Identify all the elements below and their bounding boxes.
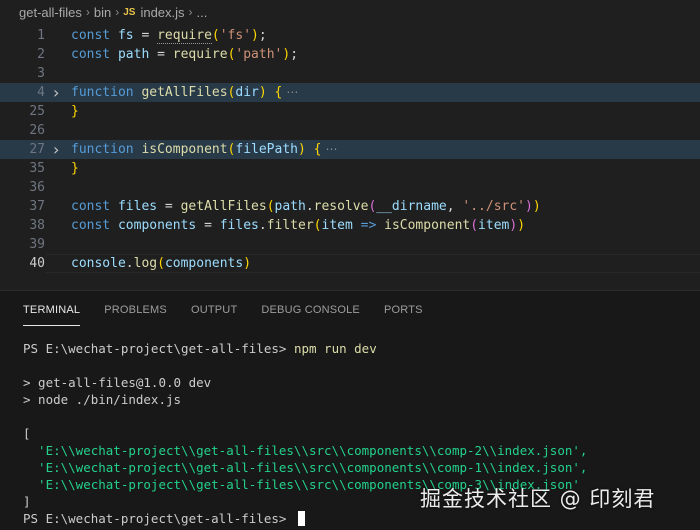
code-line[interactable]: 35} xyxy=(0,159,700,178)
terminal-result-line: 'E:\\wechat-project\\get-all-files\\src\… xyxy=(23,460,588,475)
code-line[interactable]: 38 const components = files.filter(item =… xyxy=(0,216,700,235)
line-number: 1 xyxy=(37,28,45,43)
line-number: 38 xyxy=(29,218,45,233)
line-number: 26 xyxy=(29,123,45,138)
javascript-file-icon: JS xyxy=(123,6,136,18)
chevron-right-icon: › xyxy=(188,5,193,19)
terminal-line: > get-all-files@1.0.0 dev xyxy=(23,375,212,390)
code-line[interactable]: 27 › function isComponent(filePath) {⋯ xyxy=(0,140,700,159)
code-text: } xyxy=(71,161,79,176)
folded-ellipsis-icon[interactable]: ⋯ xyxy=(325,142,337,156)
terminal-prompt: PS E:\wechat-project\get-all-files> xyxy=(23,341,294,356)
code-line[interactable]: 39 xyxy=(0,235,700,254)
chevron-right-icon: › xyxy=(85,5,90,19)
breadcrumb-folder-get-all-files[interactable]: get-all-files xyxy=(19,5,82,20)
code-text: const fs = require('fs'); xyxy=(71,28,267,44)
line-number: 4 xyxy=(37,85,45,100)
fold-chevron-icon[interactable]: › xyxy=(53,140,65,159)
watermark: 掘金技术社区 @ 印刻君 xyxy=(420,487,656,511)
code-text: const files = getAllFiles(path.resolve(_… xyxy=(71,199,541,214)
code-text: } xyxy=(71,104,79,119)
line-number: 3 xyxy=(37,66,45,81)
code-line[interactable]: 25} xyxy=(0,102,700,121)
line-number: 39 xyxy=(29,237,45,252)
folded-ellipsis-icon[interactable]: ⋯ xyxy=(286,85,298,99)
terminal-line: [ xyxy=(23,426,31,441)
panel-tabs: TERMINAL PROBLEMS OUTPUT DEBUG CONSOLE P… xyxy=(0,291,700,326)
code-text: console.log(components) xyxy=(71,256,252,271)
line-number: 25 xyxy=(29,104,45,119)
code-line[interactable]: 40 console.log(components) xyxy=(0,254,700,273)
tab-debug-console[interactable]: DEBUG CONSOLE xyxy=(253,291,368,326)
code-text: function getAllFiles(dir) {⋯ xyxy=(71,85,299,100)
line-number: 27 xyxy=(29,142,45,157)
tab-output[interactable]: OUTPUT xyxy=(183,291,245,326)
code-line[interactable]: 37 const files = getAllFiles(path.resolve… xyxy=(0,197,700,216)
terminal-final-prompt-line: PS E:\wechat-project\get-all-files> xyxy=(23,510,305,527)
terminal-line: ] xyxy=(23,494,31,509)
code-line[interactable]: 2 const path = require('path'); xyxy=(0,45,700,64)
code-line[interactable]: 26 xyxy=(0,121,700,140)
chevron-right-icon: › xyxy=(115,5,120,19)
line-number: 35 xyxy=(29,161,45,176)
line-number: 36 xyxy=(29,180,45,195)
code-editor[interactable]: 1 const fs = require('fs'); 2 const path = … xyxy=(0,24,700,290)
tab-terminal[interactable]: TERMINAL xyxy=(15,291,88,326)
terminal-line: > node ./bin/index.js xyxy=(23,392,182,407)
tab-ports[interactable]: PORTS xyxy=(376,291,431,326)
breadcrumb: get-all-files › bin › JS index.js › ... xyxy=(0,0,700,24)
tab-problems[interactable]: PROBLEMS xyxy=(96,291,175,326)
terminal-result-line: 'E:\\wechat-project\\get-all-files\\src\… xyxy=(23,443,588,458)
line-number: 37 xyxy=(29,199,45,214)
terminal-cursor xyxy=(297,511,305,526)
terminal-prompt: PS E:\wechat-project\get-all-files> xyxy=(23,511,294,526)
breadcrumb-folder-bin[interactable]: bin xyxy=(94,5,111,20)
terminal-command: npm run dev xyxy=(293,341,377,356)
code-line[interactable]: 3 xyxy=(0,64,700,83)
fold-chevron-icon[interactable]: › xyxy=(53,83,65,102)
breadcrumb-more[interactable]: ... xyxy=(197,5,208,20)
line-number: 40 xyxy=(29,256,45,271)
terminal-command-line: PS E:\wechat-project\get-all-files> npm … xyxy=(23,340,377,357)
breadcrumb-file-index-js[interactable]: index.js xyxy=(140,5,184,20)
code-text: const path = require('path'); xyxy=(71,47,299,62)
code-text: function isComponent(filePath) {⋯ xyxy=(71,142,338,157)
code-line[interactable]: 36 xyxy=(0,178,700,197)
code-line[interactable]: 4 › function getAllFiles(dir) {⋯ xyxy=(0,83,700,102)
code-line[interactable]: 1 const fs = require('fs'); xyxy=(0,26,700,45)
line-number: 2 xyxy=(37,47,45,62)
code-text: const components = files.filter(item => … xyxy=(71,218,526,233)
